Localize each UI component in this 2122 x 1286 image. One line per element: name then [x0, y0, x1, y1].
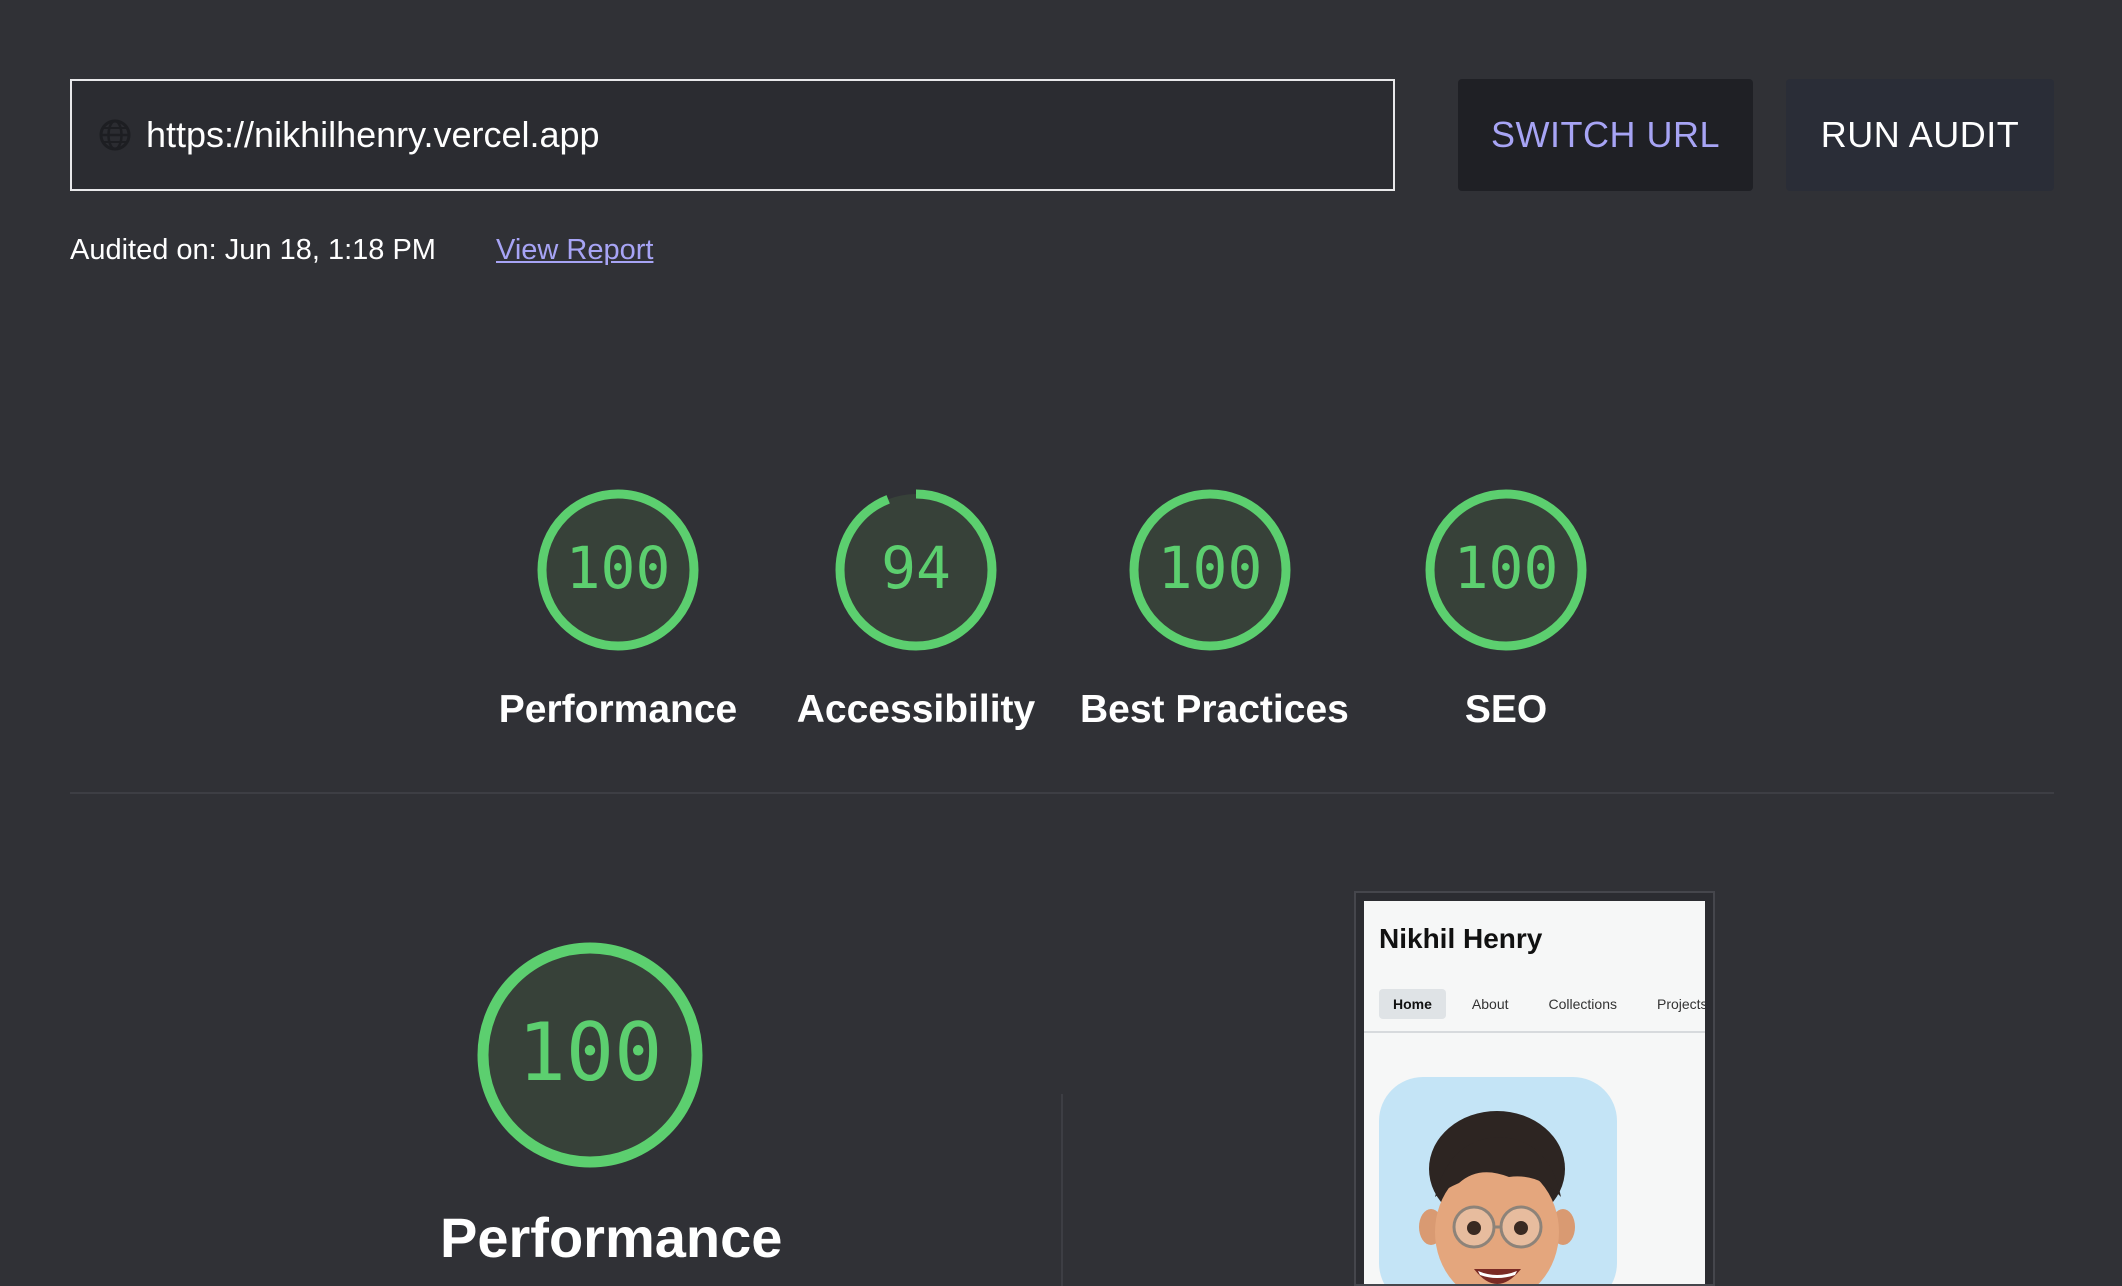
- accessibility-label: Accessibility: [796, 688, 1036, 731]
- performance-detail-ring: 100: [477, 942, 703, 1168]
- score-gauge-accessibility[interactable]: 94 Accessibility: [786, 488, 1046, 732]
- view-report-link[interactable]: View Report: [496, 234, 653, 267]
- url-input[interactable]: [146, 81, 1393, 189]
- preview-nav-home: Home: [1379, 989, 1446, 1019]
- audit-page: SWITCH URL RUN AUDIT Audited on: Jun 18,…: [0, 0, 2122, 1286]
- avatar: [1379, 1077, 1617, 1284]
- preview-site-title: Nikhil Henry: [1379, 923, 1543, 954]
- best-practices-gauge-ring: 100: [1129, 489, 1291, 651]
- preview-nav-collections: Collections: [1548, 996, 1617, 1012]
- accessibility-score: 94: [881, 534, 951, 602]
- preview-nav-projects: Projects: [1656, 996, 1705, 1012]
- performance-detail-label: Performance: [440, 1206, 783, 1269]
- score-gauge-seo[interactable]: 100 SEO: [1376, 488, 1636, 732]
- run-audit-button[interactable]: RUN AUDIT: [1786, 79, 2054, 191]
- preview-nav-underline: [1364, 1031, 1705, 1033]
- score-gauge-best-practices[interactable]: 100 Best Practices: [1080, 488, 1349, 732]
- accessibility-gauge-ring: 94: [835, 489, 997, 651]
- performance-detail-score: 100: [518, 1006, 663, 1099]
- switch-url-button[interactable]: SWITCH URL: [1458, 79, 1753, 191]
- vertical-divider: [1061, 1094, 1063, 1286]
- score-gauges: 100 Performance 94 Accessibility 100 Bes…: [0, 488, 2122, 748]
- seo-label: SEO: [1464, 688, 1548, 731]
- performance-label: Performance: [498, 688, 738, 731]
- best-practices-label: Best Practices: [1080, 688, 1349, 731]
- globe-icon: [98, 118, 132, 152]
- seo-score: 100: [1454, 534, 1559, 602]
- performance-score: 100: [566, 534, 671, 602]
- performance-detail-gauge: 100 Performance: [440, 940, 783, 1270]
- url-bar[interactable]: [70, 79, 1395, 191]
- preview-nav: Home About Collections Projects: [1379, 989, 1705, 1019]
- preview-page: Nikhil Henry Home About Collections Proj…: [1364, 901, 1705, 1284]
- score-gauge-performance[interactable]: 100 Performance: [488, 488, 748, 732]
- memoji-avatar-image: [1419, 1111, 1575, 1284]
- seo-gauge-ring: 100: [1425, 489, 1587, 651]
- preview-nav-about: About: [1471, 996, 1509, 1012]
- page-screenshot-preview: Nikhil Henry Home About Collections Proj…: [1354, 891, 1715, 1286]
- audited-on-text: Audited on: Jun 18, 1:18 PM: [70, 234, 436, 266]
- best-practices-score: 100: [1158, 534, 1263, 602]
- section-divider: [70, 792, 2054, 794]
- performance-gauge-ring: 100: [537, 489, 699, 651]
